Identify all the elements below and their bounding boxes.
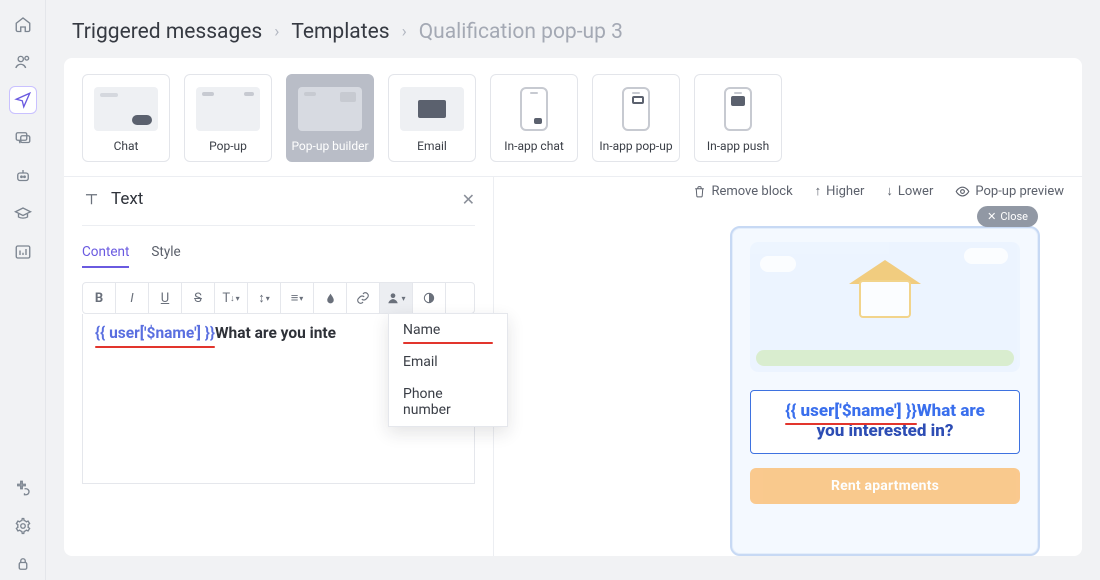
text-block-icon [82,190,101,209]
nav-apps-icon[interactable] [9,474,37,502]
close-icon: ✕ [987,210,996,223]
remove-block-button[interactable]: Remove block [693,184,792,199]
breadcrumb: Triggered messages › Templates › Qualifi… [46,0,1100,58]
type-inapp-popup[interactable]: In-app pop-up [592,74,680,162]
preview-token: {{ user['$name'] }} [785,401,917,421]
type-label: Pop-up builder [291,139,368,153]
content-token: {{ user['$name'] }} [95,324,215,342]
popup-preview-canvas: ✕ Close {{ user['$name'] }}What are you … [730,226,1040,556]
arrow-up-icon: ↑ [815,183,822,199]
breadcrumb-templates[interactable]: Templates [291,20,389,44]
link-button[interactable] [347,283,380,313]
chevron-right-icon: › [402,22,407,42]
breadcrumb-root[interactable]: Triggered messages [72,20,262,44]
preview-actions: Remove block ↑ Higher ↓ Lower Pop-up [693,183,1064,199]
block-editor-panel: Text ✕ Content Style B I U S T↓▾ [64,177,494,556]
type-popup[interactable]: Pop-up [184,74,272,162]
strike-button[interactable]: S [182,283,215,313]
bold-button[interactable]: B [83,283,116,313]
menu-item-name[interactable]: Name [389,314,507,346]
move-lower-button[interactable]: ↓ Lower [886,183,933,199]
arrow-down-icon: ↓ [886,183,893,199]
nav-lock-icon[interactable] [9,550,37,578]
contrast-button[interactable] [413,283,446,313]
personalization-button[interactable]: ▾ [380,283,413,313]
preview-text-block[interactable]: {{ user['$name'] }}What are you interest… [750,390,1020,454]
nav-analytics-icon[interactable] [9,238,37,266]
type-chat[interactable]: Chat [82,74,170,162]
type-email[interactable]: Email [388,74,476,162]
nav-learn-icon[interactable] [9,200,37,228]
chevron-right-icon: › [274,22,279,42]
preview-close-button[interactable]: ✕ Close [977,206,1038,227]
underline-button[interactable]: U [149,283,182,313]
left-nav-rail [0,0,46,580]
type-inapp-chat[interactable]: In-app chat [490,74,578,162]
type-label: In-app chat [504,139,564,153]
fill-button[interactable] [314,283,347,313]
nav-settings-icon[interactable] [9,512,37,540]
type-label: Pop-up [209,139,247,153]
breadcrumb-current: Qualification pop-up 3 [419,20,623,44]
preview-cta-button[interactable]: Rent apartments [750,468,1020,504]
type-popup-builder[interactable]: Pop-up builder [286,74,374,162]
editor-card: Chat Pop-up Pop-up builder Email In-app … [64,58,1082,556]
lineheight-button[interactable]: ↕▾ [248,283,281,313]
nav-users-icon[interactable] [9,48,37,76]
menu-item-phone[interactable]: Phone number [389,378,507,426]
editor-tabs: Content Style [82,244,475,268]
personalization-menu: Name Email Phone number [388,313,508,427]
type-label: In-app pop-up [599,139,672,153]
message-type-row: Chat Pop-up Pop-up builder Email In-app … [64,58,1082,176]
tab-style[interactable]: Style [151,244,180,268]
preview-rest1: What are [917,401,985,421]
content-rest: What are you inte [215,324,336,342]
preview-pane: Remove block ↑ Higher ↓ Lower Pop-up [494,177,1082,556]
tab-content[interactable]: Content [82,244,129,268]
popup-preview-button[interactable]: Pop-up preview [955,184,1064,199]
nav-home-icon[interactable] [9,10,37,38]
block-title: Text [111,189,143,209]
menu-item-email[interactable]: Email [389,346,507,378]
close-icon[interactable]: ✕ [462,190,475,209]
type-label: Chat [114,139,139,153]
text-toolbar: B I U S T↓▾ ↕▾ ≡▾ ▾ [82,282,475,314]
move-higher-button[interactable]: ↑ Higher [815,183,865,199]
nav-bot-icon[interactable] [9,162,37,190]
align-button[interactable]: ≡▾ [281,283,314,313]
type-label: In-app push [707,139,769,153]
type-inapp-push[interactable]: In-app push [694,74,782,162]
type-label: Email [417,139,447,153]
italic-button[interactable]: I [116,283,149,313]
nav-send-icon[interactable] [9,86,37,114]
nav-chat-icon[interactable] [9,124,37,152]
textsize-button[interactable]: T↓▾ [215,283,248,313]
preview-illustration [750,242,1020,372]
